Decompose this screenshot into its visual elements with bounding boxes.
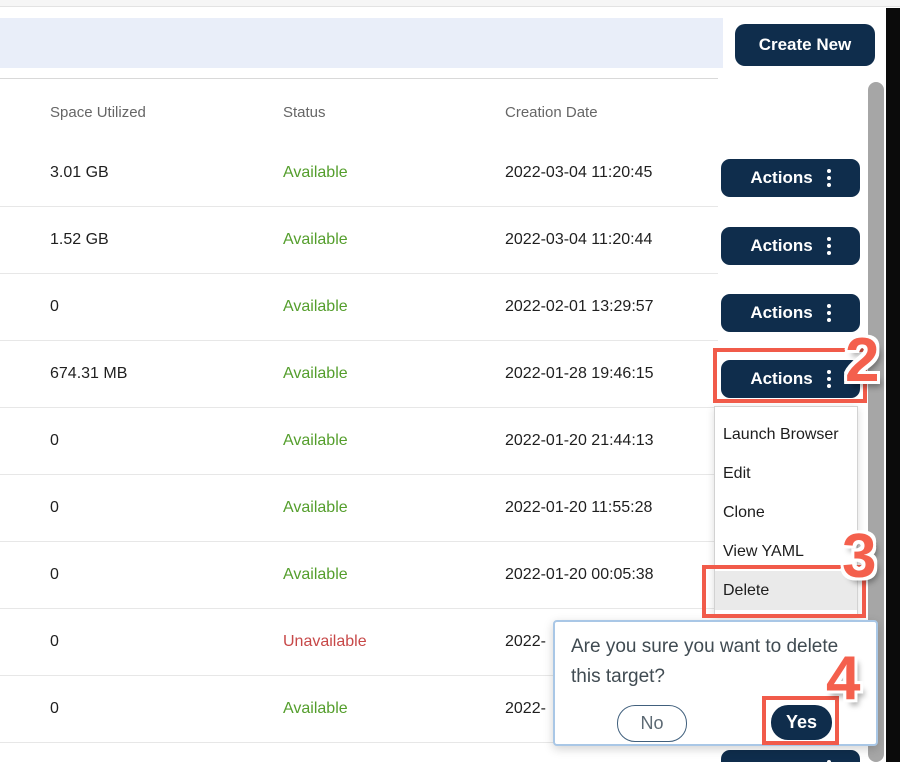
date-cell: 2022-03-04 11:20:45 bbox=[505, 164, 652, 182]
actions-button[interactable]: Actions bbox=[721, 227, 860, 265]
status-cell: Unavailable bbox=[283, 633, 367, 651]
kebab-menu-icon bbox=[827, 237, 831, 255]
space-cell: 0 bbox=[50, 566, 59, 584]
menu-item-delete[interactable]: Delete bbox=[715, 571, 857, 610]
date-cell: 2022-01-20 11:55:28 bbox=[505, 499, 652, 517]
confirm-message: Are you sure you want to delete this tar… bbox=[571, 632, 866, 692]
actions-button[interactable]: Actions bbox=[721, 159, 860, 197]
menu-item-launch-browser[interactable]: Launch Browser bbox=[715, 415, 857, 454]
column-header-creation-date: Creation Date bbox=[505, 104, 598, 121]
delete-confirm-popover: Are you sure you want to delete this tar… bbox=[553, 620, 878, 746]
kebab-menu-icon bbox=[827, 169, 831, 187]
space-cell: 0 bbox=[50, 700, 59, 718]
date-cell: 2022-01-20 00:05:38 bbox=[505, 566, 654, 584]
menu-item-clone[interactable]: Clone bbox=[715, 493, 857, 532]
status-cell: Available bbox=[283, 499, 348, 517]
status-cell: Available bbox=[283, 700, 348, 718]
kebab-menu-icon bbox=[827, 304, 831, 322]
table-row: 0 Available 2022-01-20 00:05:38 bbox=[0, 542, 718, 609]
space-cell: 674.31 MB bbox=[50, 365, 127, 383]
space-cell: 0 bbox=[50, 298, 59, 316]
date-cell: 2022-01-28 19:46:15 bbox=[505, 365, 654, 383]
actions-button-row4[interactable]: Actions bbox=[721, 360, 860, 398]
status-cell: Available bbox=[283, 432, 348, 450]
date-cell: 2022-02-01 13:29:57 bbox=[505, 298, 654, 316]
actions-button-label: Actions bbox=[750, 303, 812, 323]
status-cell: Available bbox=[283, 365, 348, 383]
table-row: 0 Available 2022-01-20 21:44:13 bbox=[0, 408, 718, 475]
table-row: 674.31 MB Available 2022-01-28 19:46:15 bbox=[0, 341, 718, 408]
menu-item-edit[interactable]: Edit bbox=[715, 454, 857, 493]
actions-button-label: Actions bbox=[750, 236, 812, 256]
status-cell: Available bbox=[283, 164, 348, 182]
status-cell: Available bbox=[283, 566, 348, 584]
date-cell: 2022- bbox=[505, 700, 546, 718]
toolbar-band bbox=[0, 18, 723, 68]
kebab-menu-icon bbox=[827, 370, 831, 388]
screen-right-edge bbox=[886, 8, 900, 762]
top-window-strip bbox=[0, 0, 900, 7]
table-top-divider bbox=[0, 78, 718, 79]
no-button[interactable]: No bbox=[617, 705, 687, 742]
table-row: 0 Available 2022-02-01 13:29:57 bbox=[0, 274, 718, 341]
status-cell: Available bbox=[283, 231, 348, 249]
screen: Create New Space Utilized Status Creatio… bbox=[0, 0, 900, 762]
space-cell: 1.52 GB bbox=[50, 231, 109, 249]
actions-dropdown-menu: Launch Browser Edit Clone View YAML Dele… bbox=[714, 406, 858, 616]
date-cell: 2022-03-04 11:20:44 bbox=[505, 231, 652, 249]
space-cell: 0 bbox=[50, 633, 59, 651]
yes-button[interactable]: Yes bbox=[771, 705, 832, 740]
space-cell: 3.01 GB bbox=[50, 164, 109, 182]
date-cell: 2022-01-20 21:44:13 bbox=[505, 432, 654, 450]
column-header-status: Status bbox=[283, 104, 326, 121]
table-row: 0 Available 2022-01-20 11:55:28 bbox=[0, 475, 718, 542]
actions-button-partial[interactable]: Actions bbox=[721, 750, 860, 762]
actions-button[interactable]: Actions bbox=[721, 294, 860, 332]
actions-button-label: Actions bbox=[750, 369, 812, 389]
table-row: 1.52 GB Available 2022-03-04 11:20:44 bbox=[0, 207, 718, 274]
actions-button-label: Actions bbox=[750, 168, 812, 188]
menu-item-view-yaml[interactable]: View YAML bbox=[715, 532, 857, 571]
date-cell: 2022- bbox=[505, 633, 546, 651]
column-header-space-utilized: Space Utilized bbox=[50, 104, 146, 121]
status-cell: Available bbox=[283, 298, 348, 316]
space-cell: 0 bbox=[50, 499, 59, 517]
table-row: 3.01 GB Available 2022-03-04 11:20:45 bbox=[0, 140, 718, 207]
space-cell: 0 bbox=[50, 432, 59, 450]
create-new-button[interactable]: Create New bbox=[735, 24, 875, 66]
